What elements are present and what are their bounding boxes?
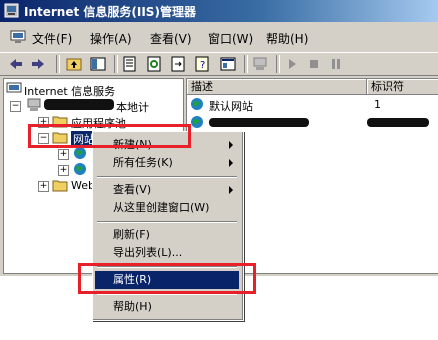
ctx-export-list-label: 导出列表(L)... (113, 246, 183, 259)
ctx-new-window[interactable]: 从这里创建窗口(W) (95, 199, 239, 217)
refresh-toolbar-icon[interactable] (146, 56, 162, 72)
ctx-refresh-label: 刷新(F) (113, 228, 150, 241)
title-bar: Internet 信息服务(IIS)管理器 (0, 0, 438, 22)
submenu-arrow-icon (229, 141, 233, 149)
menu-bar: 文件(F) 操作(A) 查看(V) 窗口(W) 帮助(H) (0, 26, 438, 48)
toolbar-separator (56, 55, 60, 73)
globe-icon (74, 147, 86, 159)
pause-icon[interactable] (328, 56, 344, 72)
server-icon (27, 98, 41, 111)
ctx-help-label: 帮助(H) (113, 300, 152, 313)
redacted-server-name (44, 99, 114, 110)
submenu-arrow-icon (229, 159, 233, 167)
globe-icon (191, 98, 203, 110)
globe-icon (191, 116, 203, 128)
toolbar-separator (114, 55, 118, 73)
menu-help[interactable]: 帮助(H) (266, 30, 308, 47)
tree-root-label[interactable]: Internet 信息服务 (24, 83, 115, 99)
redacted-site-name (209, 118, 309, 127)
properties-toolbar-icon[interactable] (122, 56, 138, 72)
ctx-new-window-label: 从这里创建窗口(W) (113, 201, 210, 214)
help-toolbar-icon[interactable]: ? (194, 56, 210, 72)
window-title: Internet 信息服务(IIS)管理器 (24, 5, 196, 19)
column-header-description[interactable]: 描述 (187, 79, 367, 95)
toolbar-separator (276, 55, 280, 73)
row-description: 默认网站 (209, 100, 253, 113)
ctx-view[interactable]: 查看(V) (95, 181, 239, 199)
back-arrow-icon[interactable] (8, 56, 24, 72)
expand-toggle[interactable]: + (58, 149, 69, 160)
redacted-site-id (367, 118, 429, 127)
menu-action[interactable]: 操作(A) (90, 30, 132, 47)
ctx-export-list[interactable]: 导出列表(L)... (95, 244, 239, 262)
globe-icon (74, 163, 86, 175)
ctx-refresh[interactable]: 刷新(F) (95, 226, 239, 244)
folder-icon (52, 180, 68, 192)
iis-app-icon (4, 3, 19, 18)
export-list-icon[interactable] (170, 56, 186, 72)
menu-window[interactable]: 窗口(W) (208, 30, 253, 47)
expand-toggle[interactable]: + (58, 165, 69, 176)
up-folder-icon[interactable] (66, 56, 82, 72)
toolbar-separator (244, 55, 248, 73)
iis-manager-window: Internet 信息服务(IIS)管理器 文件(F) 操作(A) 查看(V) … (0, 0, 438, 340)
column-header-identifier[interactable]: 标识符 (367, 79, 438, 95)
show-tree-icon[interactable] (90, 56, 106, 72)
svg-text:?: ? (200, 60, 205, 71)
annotation-box-websites (28, 124, 191, 148)
row-identifier: 1 (374, 98, 381, 111)
ctx-help[interactable]: 帮助(H) (95, 298, 239, 316)
annotation-box-properties (78, 263, 256, 294)
toolbar: ? (0, 52, 438, 76)
tree-server-label[interactable]: 本地计 (116, 99, 149, 115)
play-icon[interactable] (284, 56, 300, 72)
iis-root-icon (6, 82, 22, 93)
computer-icon[interactable] (252, 56, 268, 72)
menu-separator (97, 176, 237, 178)
menu-view[interactable]: 查看(V) (150, 30, 192, 47)
submenu-arrow-icon (229, 186, 233, 194)
menu-separator (97, 221, 237, 223)
list-row[interactable]: 默认网站 1 (187, 97, 437, 113)
ctx-all-tasks-label: 所有任务(K) (113, 156, 173, 169)
menu-file[interactable]: 文件(F) (32, 30, 72, 47)
console-window-icon[interactable] (220, 56, 236, 72)
stop-icon[interactable] (306, 56, 322, 72)
forward-arrow-icon[interactable] (30, 56, 46, 72)
collapse-toggle[interactable]: − (10, 101, 21, 112)
console-icon[interactable] (10, 30, 26, 44)
ctx-all-tasks[interactable]: 所有任务(K) (95, 154, 239, 172)
expand-toggle[interactable]: + (38, 181, 49, 192)
list-row[interactable] (187, 115, 437, 131)
ctx-view-label: 查看(V) (113, 183, 152, 196)
